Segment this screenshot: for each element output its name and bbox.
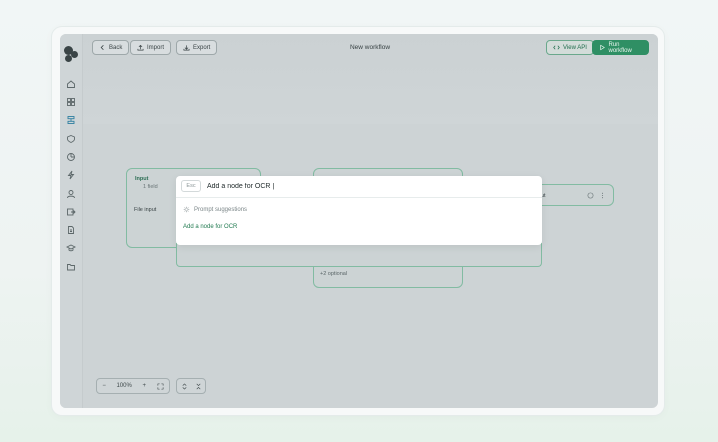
input-node-subtitle: 1 field — [143, 184, 158, 190]
zoom-in-button[interactable]: + — [142, 383, 146, 389]
zoom-level: 100% — [116, 383, 132, 389]
palette-shadow-node — [176, 243, 542, 267]
file-input-label: File input — [134, 207, 157, 213]
sparkle-icon — [183, 206, 190, 213]
command-palette: Esc Prompt suggestions Add a node for OC… — [176, 176, 542, 245]
zoom-controls: − 100% + — [96, 378, 170, 394]
home-icon[interactable] — [66, 79, 76, 89]
export-icon[interactable] — [66, 207, 76, 217]
sidebar — [60, 34, 83, 408]
circle-icon[interactable] — [587, 192, 594, 199]
palette-input-row: Esc — [176, 176, 542, 198]
code-icon — [553, 45, 560, 50]
folder-icon[interactable] — [66, 262, 76, 272]
run-workflow-button[interactable]: Run workflow — [592, 40, 649, 55]
suggestions-header-label: Prompt suggestions — [194, 206, 248, 213]
optional-count: +2 optional — [320, 271, 348, 277]
app-logo — [64, 46, 78, 62]
expand-collapse-controls — [176, 378, 206, 394]
palette-search-input[interactable] — [207, 181, 507, 192]
bolt-icon[interactable] — [66, 170, 76, 180]
esc-key-hint[interactable]: Esc — [181, 180, 201, 192]
collapse-icon[interactable] — [195, 383, 202, 390]
shield-icon[interactable] — [66, 134, 76, 144]
topbar: Back Import Export New workflow View API… — [82, 34, 658, 62]
suggestion-item[interactable]: Add a node for OCR — [183, 224, 237, 230]
fit-view-icon[interactable] — [157, 383, 164, 390]
expand-icon[interactable] — [181, 382, 188, 390]
view-api-label: View API — [563, 44, 587, 51]
document-icon[interactable] — [66, 225, 76, 235]
view-api-button[interactable]: View API — [546, 40, 594, 55]
run-workflow-label: Run workflow — [608, 41, 632, 54]
grid-icon[interactable] — [66, 97, 76, 107]
chart-icon[interactable] — [66, 152, 76, 162]
play-icon — [600, 44, 605, 51]
user-icon[interactable] — [66, 189, 76, 199]
suggestions-header: Prompt suggestions — [183, 206, 247, 213]
input-node-title: Input — [135, 176, 149, 182]
workflow-icon[interactable] — [66, 115, 76, 125]
zoom-out-button[interactable]: − — [102, 383, 106, 389]
graduation-icon[interactable] — [66, 243, 76, 253]
more-vertical-icon[interactable] — [599, 192, 606, 199]
